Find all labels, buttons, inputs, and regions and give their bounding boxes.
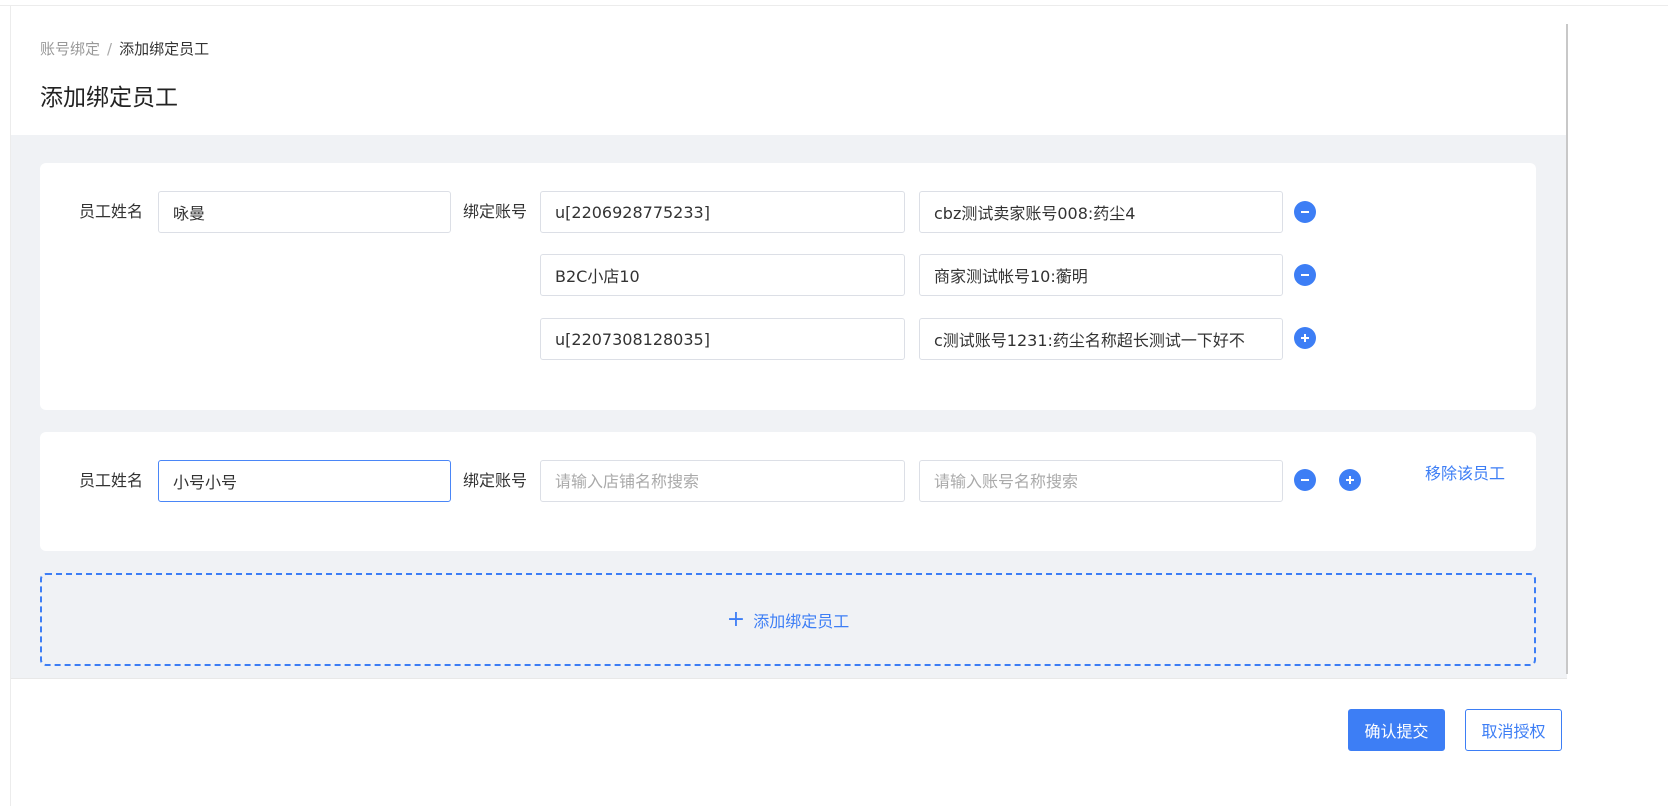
breadcrumb-parent-link[interactable]: 账号绑定	[40, 38, 100, 59]
employee-card: 员工姓名 绑定账号	[40, 163, 1536, 410]
account-select-input[interactable]	[919, 254, 1283, 296]
page-title: 添加绑定员工	[40, 85, 178, 111]
employee-name-label: 员工姓名	[79, 471, 144, 490]
content-area: 员工姓名 绑定账号 员工姓名 绑定账号	[11, 135, 1567, 678]
plus-circle-icon[interactable]	[1294, 327, 1316, 349]
breadcrumb-separator: /	[107, 39, 113, 58]
plus-icon: +	[726, 606, 746, 632]
employee-name-input[interactable]	[158, 460, 451, 502]
add-employee-button[interactable]: + 添加绑定员工	[40, 573, 1536, 666]
page-header: 账号绑定 / 添加绑定员工 添加绑定员工	[11, 6, 1567, 135]
scrollbar[interactable]	[1566, 24, 1568, 674]
minus-circle-icon[interactable]	[1294, 201, 1316, 223]
account-select-input[interactable]	[919, 318, 1283, 360]
footer-bar: 确认提交 取消授权	[11, 678, 1567, 806]
plus-circle-icon[interactable]	[1339, 469, 1361, 491]
employee-name-input[interactable]	[158, 191, 451, 233]
account-select-input[interactable]	[919, 191, 1283, 233]
shop-select-input[interactable]	[540, 254, 905, 296]
submit-button[interactable]: 确认提交	[1348, 709, 1445, 751]
minus-circle-icon[interactable]	[1294, 469, 1316, 491]
employee-card: 员工姓名 绑定账号 移除该员工	[40, 432, 1536, 551]
shop-search-input[interactable]	[540, 460, 905, 502]
page: 账号绑定 / 添加绑定员工 添加绑定员工 员工姓名 绑定账号	[10, 6, 1567, 806]
employee-name-label: 员工姓名	[79, 202, 144, 221]
bind-account-label: 绑定账号	[463, 202, 528, 221]
add-employee-label: 添加绑定员工	[753, 611, 850, 631]
shop-select-input[interactable]	[540, 318, 905, 360]
minus-circle-icon[interactable]	[1294, 264, 1316, 286]
remove-employee-link[interactable]: 移除该员工	[1425, 460, 1505, 484]
account-search-input[interactable]	[919, 460, 1283, 502]
breadcrumb: 账号绑定 / 添加绑定员工	[40, 38, 209, 59]
breadcrumb-current: 添加绑定员工	[119, 40, 210, 58]
shop-select-input[interactable]	[540, 191, 905, 233]
bind-account-label: 绑定账号	[463, 471, 528, 490]
cancel-authorization-button[interactable]: 取消授权	[1465, 709, 1562, 751]
